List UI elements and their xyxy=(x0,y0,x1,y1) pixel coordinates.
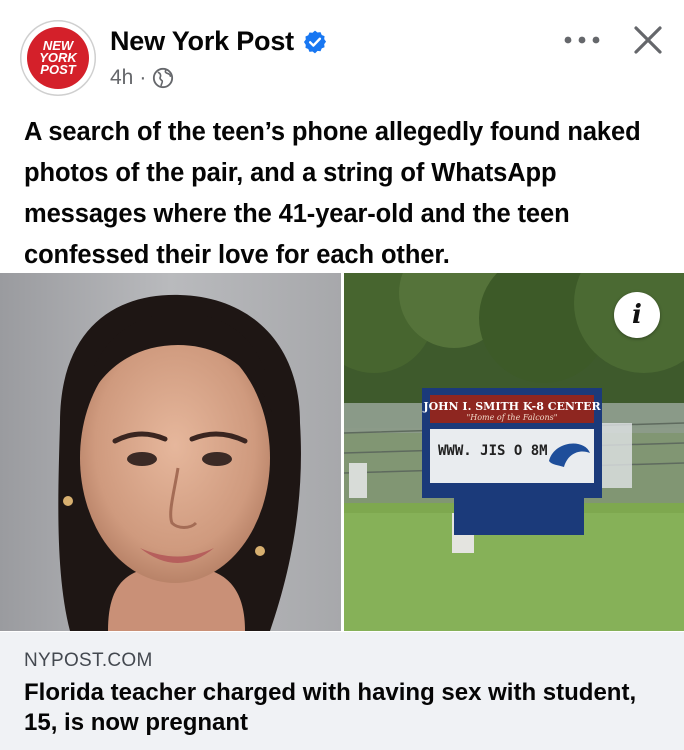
mugshot-photo[interactable] xyxy=(0,273,341,631)
close-icon[interactable] xyxy=(628,20,668,60)
sign-board-text: WWW. JIS O 8M xyxy=(438,443,548,459)
nypost-logo: NEW YORK POST xyxy=(20,20,96,96)
page-name[interactable]: New York Post xyxy=(110,26,294,57)
globe-icon xyxy=(153,67,174,89)
meta-separator: · xyxy=(139,66,147,89)
woman-portrait-image xyxy=(0,273,341,631)
info-button[interactable]: i xyxy=(614,292,660,338)
page-avatar[interactable]: NEW YORK POST xyxy=(20,20,96,96)
link-domain: NYPOST.COM xyxy=(24,650,153,671)
link-headline[interactable]: Florida teacher charged with having sex … xyxy=(24,678,664,738)
post-caption: A search of the teen’s phone allegedly f… xyxy=(24,118,641,269)
sign-subtitle: "Home of the Falcons" xyxy=(467,413,558,422)
verified-badge-icon xyxy=(303,30,327,53)
post-media[interactable]: JOHN I. SMITH K-8 CENTER "Home of the Fa… xyxy=(0,273,684,631)
sign-school-name: JOHN I. SMITH K-8 CENTER xyxy=(422,400,601,413)
post-meta: 4h · xyxy=(110,66,174,90)
page-name-row: New York Post xyxy=(110,26,328,57)
post-timestamp[interactable]: 4h xyxy=(110,66,133,90)
post-header: NEW YORK POST New York Post 4h · xyxy=(0,0,684,108)
more-options-icon[interactable] xyxy=(560,28,604,52)
svg-text:POST: POST xyxy=(40,62,76,77)
